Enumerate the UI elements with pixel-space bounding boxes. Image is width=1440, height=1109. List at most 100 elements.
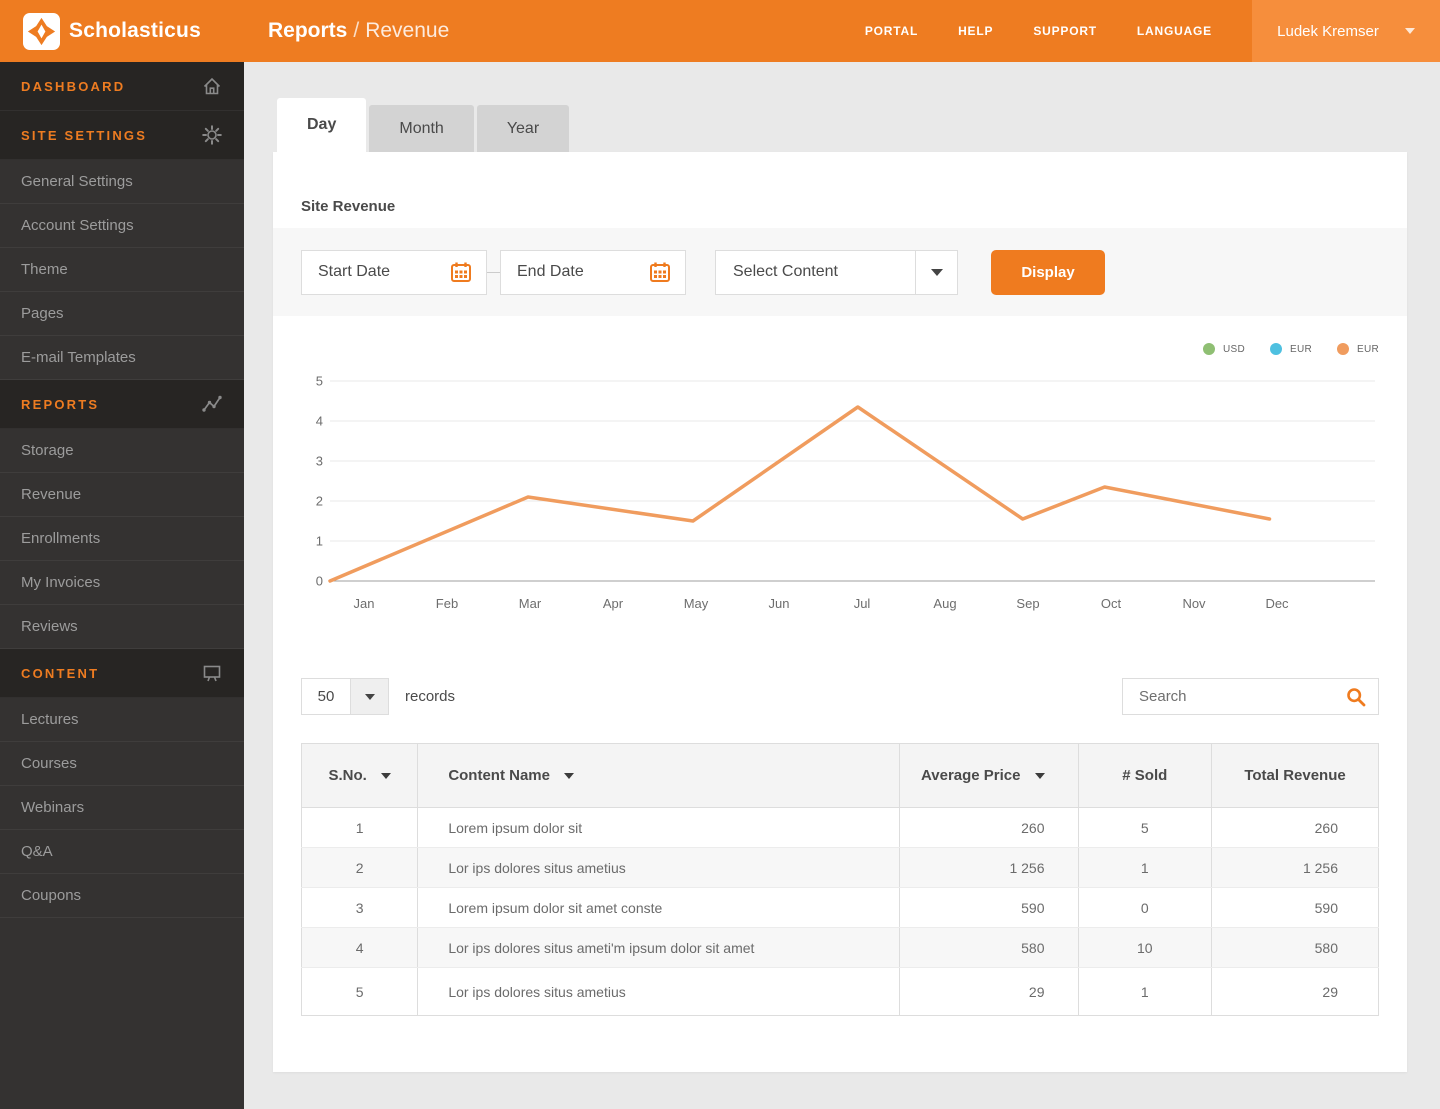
sidebar-item-label: Lectures [21,711,79,728]
sidebar-item-label: Courses [21,755,77,772]
table-row[interactable]: 5 Lor ips dolores situs ametius 29 1 29 [301,967,1379,1016]
sidebar-item-webinars[interactable]: Webinars [0,786,244,830]
logo[interactable]: Scholasticus [0,0,244,62]
cell-content-name: Lorem ipsum dolor sit amet conste [417,887,900,928]
table-row[interactable]: 1 Lorem ipsum dolor sit 260 5 260 [301,807,1379,848]
svg-text:4: 4 [316,414,323,429]
sidebar: Scholasticus DASHBOARD SITE SETTINGS Gener… [0,0,244,1109]
select-content-label: Select Content [733,263,838,280]
calendar-icon [451,262,471,282]
home-icon [203,77,221,95]
legend-dot-icon [1336,343,1349,355]
cell-content-name: Lor ips dolores situs ametius [417,967,900,1016]
sidebar-item-label: Reviews [21,618,78,635]
sidebar-item-q-a[interactable]: Q&A [0,830,244,874]
column-header-content-name[interactable]: Content Name [417,743,900,808]
table-row[interactable]: 4 Lor ips dolores situs ameti'm ipsum dol… [301,927,1379,968]
legend-item-eur-2[interactable]: EUR [1336,343,1379,355]
svg-text:2: 2 [316,494,323,509]
column-header-average-price[interactable]: Average Price [899,743,1079,808]
cell-total-revenue: 580 [1211,927,1379,968]
end-date-input[interactable]: End Date [500,249,686,295]
svg-text:Jan: Jan [354,596,375,611]
column-header--sold[interactable]: # Sold [1078,743,1213,808]
display-button[interactable]: Display [991,249,1105,295]
sidebar-item-courses[interactable]: Courses [0,742,244,786]
legend-item-usd-0[interactable]: USD [1202,343,1245,355]
column-header-s-no-[interactable]: S.No. [301,743,419,808]
cell-content-name: Lor ips dolores situs ameti'm ipsum dolo… [417,927,900,968]
records-per-page-select[interactable]: 50 [301,678,389,715]
sidebar-item-reports[interactable]: REPORTS [0,380,244,429]
table-row[interactable]: 3 Lorem ipsum dolor sit amet conste 590 0 59… [301,887,1379,928]
user-menu[interactable]: Ludek Kremser [1252,0,1440,62]
sidebar-item-label: E-mail Templates [21,349,136,366]
search-icon[interactable] [1346,687,1366,707]
column-header-total-revenue[interactable]: Total Revenue [1211,743,1379,808]
sidebar-item-reviews[interactable]: Reviews [0,605,244,649]
select-content-dropdown[interactable]: Select Content [715,249,958,295]
column-header-label: Total Revenue [1244,767,1346,784]
legend-dot-icon [1202,343,1215,355]
revenue-panel: Site Revenue Start Date End Date Select … [273,152,1407,1072]
cell-sold: 1 [1078,847,1213,888]
top-nav-link-help[interactable]: HELP [958,24,993,38]
start-date-input[interactable]: Start Date [301,249,487,295]
svg-text:Oct: Oct [1101,596,1122,611]
top-nav-link-language[interactable]: LANGUAGE [1137,24,1212,38]
svg-text:Mar: Mar [519,596,542,611]
filter-strip: Start Date End Date Select Content Displ… [273,228,1407,316]
sidebar-item-pages[interactable]: Pages [0,292,244,336]
svg-text:Aug: Aug [933,596,956,611]
sidebar-item-content[interactable]: CONTENT [0,649,244,698]
tab-month[interactable]: Month [369,105,474,152]
sidebar-item-label: Account Settings [21,217,134,234]
sidebar-item-theme[interactable]: Theme [0,248,244,292]
sort-caret-icon [564,773,574,780]
cell-sold: 1 [1078,967,1213,1016]
tab-day[interactable]: Day [277,98,367,152]
sidebar-item-coupons[interactable]: Coupons [0,874,244,918]
sidebar-item-label: Q&A [21,843,53,860]
sidebar-item-label: Pages [21,305,64,322]
search-input[interactable] [1139,688,1346,705]
sidebar-item-account-settings[interactable]: Account Settings [0,204,244,248]
cell-sold: 10 [1078,927,1213,968]
chart-area: 0 1 2 3 4 5 Jan Feb Mar Apr May Jun Jul Aug Sep Oct Nov D… [301,373,1379,626]
cell-average-price: 590 [899,887,1079,928]
cell-total-revenue: 590 [1211,887,1379,928]
cell-sno: 1 [301,807,419,848]
legend-item-eur-1[interactable]: EUR [1269,343,1312,355]
sidebar-item-label: SITE SETTINGS [21,127,148,143]
top-nav-link-portal[interactable]: PORTAL [865,24,918,38]
top-nav: PORTAL HELP SUPPORT LANGUAGE [865,0,1252,62]
top-nav-link-support[interactable]: SUPPORT [1033,24,1097,38]
table-row[interactable]: 2 Lor ips dolores situs ametius 1 256 1 1 25… [301,847,1379,888]
svg-text:1: 1 [316,534,323,549]
sidebar-item-revenue[interactable]: Revenue [0,473,244,517]
sidebar-item-dashboard[interactable]: DASHBOARD [0,62,244,111]
tab-year[interactable]: Year [476,105,570,152]
svg-text:0: 0 [316,574,323,589]
cell-sno: 5 [301,967,419,1016]
sidebar-item-label: REPORTS [21,396,100,412]
search-box [1122,678,1379,715]
cell-sno: 3 [301,887,419,928]
period-tabs: Day Month Year [277,98,1440,152]
cell-average-price: 29 [899,967,1079,1016]
breadcrumb: Reports / Revenue [268,19,449,43]
records-bar: 50 records [301,678,1379,715]
legend-label: EUR [1356,343,1379,355]
calendar-icon [650,262,670,282]
dropdown-caret-segment [915,250,957,294]
column-header-label: # Sold [1122,767,1168,784]
chevron-down-icon [930,268,943,276]
sidebar-item-my-invoices[interactable]: My Invoices [0,561,244,605]
sidebar-item-site-settings[interactable]: SITE SETTINGS [0,111,244,160]
sidebar-item-enrollments[interactable]: Enrollments [0,517,244,561]
sidebar-item-e-mail-templates[interactable]: E-mail Templates [0,336,244,380]
sidebar-item-lectures[interactable]: Lectures [0,698,244,742]
sidebar-item-storage[interactable]: Storage [0,429,244,473]
sidebar-item-general-settings[interactable]: General Settings [0,160,244,204]
column-header-label: S.No. [328,767,367,784]
